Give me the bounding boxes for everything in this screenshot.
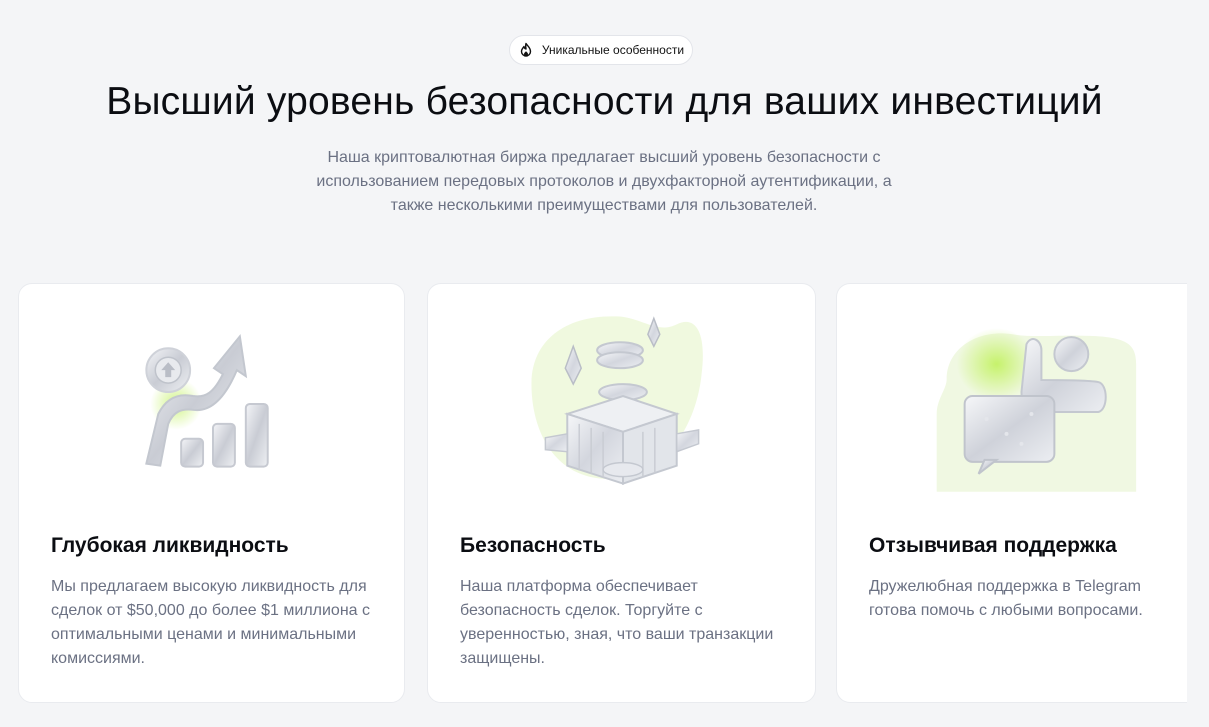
feature-title: Глубокая ликвидность — [51, 534, 289, 557]
feature-card-support: Отзывчивая поддержка Дружелюбная поддерж… — [836, 283, 1187, 703]
feature-description: Наша платформа обеспечивает безопасность… — [460, 578, 774, 667]
feature-title: Безопасность — [460, 534, 606, 557]
page-title: Высший уровень безопасности для ваших ин… — [106, 80, 1103, 123]
feature-card-liquidity: Глубокая ликвидность Мы предлагаем высок… — [18, 283, 405, 703]
page-subtitle: Наша криптовалютная биржа предлагает выс… — [316, 149, 892, 214]
feature-title: Отзывчивая поддержка — [869, 534, 1117, 557]
support-chat-icon — [936, 328, 1137, 492]
feature-card-security: Безопасность Наша платформа обеспечивает… — [427, 283, 816, 703]
feature-description: Мы предлагаем высокую ликвидность для сд… — [51, 578, 370, 667]
growth-chart-icon — [145, 333, 269, 468]
secure-box-icon — [531, 316, 703, 485]
feature-description: Дружелюбная поддержка в Telegram готова … — [869, 578, 1143, 619]
flame-icon — [518, 42, 534, 58]
badge-label: Уникальные особенности — [541, 43, 685, 57]
features-badge: Уникальные особенности — [509, 35, 693, 65]
